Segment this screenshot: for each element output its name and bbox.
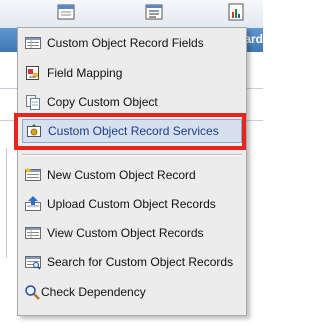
magnifier-icon	[25, 285, 40, 300]
menu-item-label: Search for Custom Object Records	[47, 255, 234, 269]
menu-item-new-custom-object-record[interactable]: New Custom Object Record	[18, 163, 246, 187]
calendar-toolbar-icon[interactable]	[56, 3, 76, 21]
menu-item-label: Custom Object Record Fields	[47, 36, 204, 50]
upload-icon	[25, 196, 41, 211]
menu-item-view-custom-object-records[interactable]: View Custom Object Records	[18, 221, 246, 245]
menu-item-search-for-custom-object-records[interactable]: Search for Custom Object Records	[18, 250, 246, 274]
menu-item-upload-custom-object-records[interactable]: Upload Custom Object Records	[18, 192, 246, 216]
menu-item-label: View Custom Object Records	[47, 226, 204, 240]
list-toolbar-icon[interactable]	[144, 3, 164, 21]
menu-item-custom-object-record-fields[interactable]: Custom Object Record Fields	[18, 31, 246, 55]
menu-item-field-mapping[interactable]: Field Mapping	[18, 61, 246, 85]
view-records-icon	[25, 227, 41, 239]
menu-separator	[22, 154, 242, 156]
menu-item-label: Copy Custom Object	[47, 95, 158, 109]
menu-item-copy-custom-object[interactable]: Copy Custom Object	[18, 90, 246, 114]
new-record-icon	[25, 167, 41, 181]
menu-item-label: Check Dependency	[41, 285, 146, 299]
copy-icon	[26, 95, 40, 110]
menu-item-label: Upload Custom Object Records	[47, 197, 216, 211]
menu-item-check-dependency[interactable]: Check Dependency	[18, 280, 246, 304]
search-records-icon	[25, 256, 41, 270]
fields-list-icon	[25, 37, 41, 49]
highlight-annotation-box	[14, 113, 246, 150]
context-menu: Custom Object Record Fields Field Mappin…	[17, 27, 247, 316]
menu-item-label: Field Mapping	[47, 66, 123, 80]
field-mapping-icon	[26, 66, 39, 80]
left-border	[6, 148, 7, 258]
report-toolbar-icon[interactable]	[226, 3, 246, 21]
menu-item-label: New Custom Object Record	[47, 168, 196, 182]
top-toolbar	[0, 0, 263, 29]
